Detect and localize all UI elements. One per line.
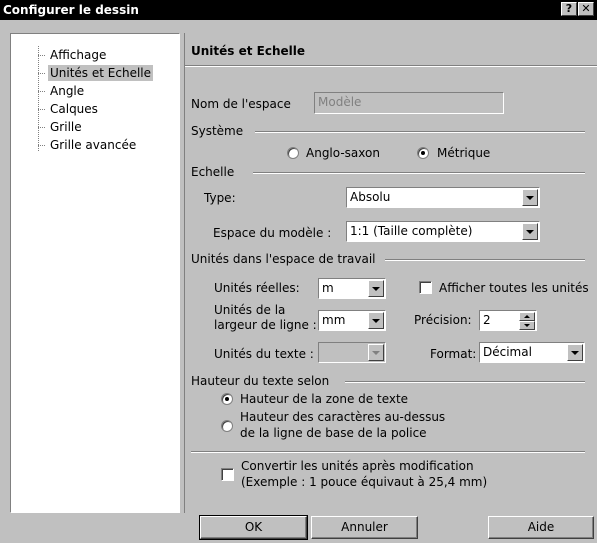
show-all-units-label[interactable]: Afficher toutes les unités [439, 281, 589, 295]
tree-branch [38, 127, 45, 128]
tree-item-grille[interactable]: Grille [38, 119, 82, 135]
tree-branch [38, 109, 45, 110]
tree-item-angle[interactable]: Angle [38, 83, 84, 99]
workspace-units-divider [385, 259, 585, 261]
precision-spinner[interactable]: 2 [479, 310, 537, 331]
spin-up-icon[interactable] [519, 312, 535, 321]
line-width-label-line1: Unités de la [214, 303, 286, 317]
format-label: Format: [430, 347, 477, 361]
line-width-units-select[interactable]: mm [318, 310, 386, 331]
help-button[interactable]: Aide [488, 516, 594, 539]
model-space-label: Espace du modèle : [213, 226, 332, 240]
window-title: Configurer le dessin [3, 3, 139, 17]
tree-item-grille-avancee[interactable]: Grille avancée [38, 137, 136, 153]
model-space-select[interactable]: 1:1 (Taille complète) [346, 221, 540, 242]
tree-item-affichage[interactable]: Affichage [38, 47, 106, 63]
space-name-label: Nom de l'espace [191, 97, 291, 111]
convert-units-checkbox[interactable] [221, 468, 234, 481]
scale-type-value: Absolu [350, 190, 391, 204]
chevron-down-icon[interactable] [522, 189, 538, 206]
chevron-down-icon[interactable] [368, 280, 384, 297]
category-tree: Affichage Unités et Echelle Angle Calque… [10, 33, 180, 513]
tree-branch [38, 91, 45, 92]
precision-label: Précision: [414, 313, 472, 327]
char-height-label-line2[interactable]: de la ligne de base de la police [240, 426, 427, 440]
tree-item-unites-echelle[interactable]: Unités et Echelle [38, 65, 153, 81]
tree-item-label: Angle [50, 84, 85, 98]
workspace-units-section-label: Unités dans l'espace de travail [191, 252, 376, 266]
convert-units-label-line2[interactable]: (Exemple : 1 pouce équivaut à 25,4 mm) [241, 475, 487, 489]
tree-branch [38, 55, 45, 56]
text-zone-height-radio[interactable] [221, 393, 233, 405]
ok-button[interactable]: OK [199, 515, 308, 540]
line-width-units-value: mm [322, 313, 346, 327]
text-height-divider [345, 381, 585, 383]
chevron-down-icon[interactable] [522, 223, 538, 240]
spin-down-icon[interactable] [519, 321, 535, 330]
chevron-down-icon[interactable] [368, 312, 384, 329]
real-units-select[interactable]: m [318, 278, 386, 299]
text-height-section-label: Hauteur du texte selon [191, 374, 330, 388]
tree-item-label: Grille [50, 120, 82, 134]
char-height-label-line1[interactable]: Hauteur des caractères au-dessus [240, 410, 445, 424]
convert-units-label-line1[interactable]: Convertir les unités après modification [241, 459, 474, 473]
anglo-saxon-label[interactable]: Anglo-saxon [306, 146, 380, 160]
title-divider [185, 65, 597, 67]
show-all-units-checkbox[interactable] [419, 281, 432, 294]
tree-item-label: Affichage [50, 48, 107, 62]
tree-branch [38, 73, 45, 74]
scale-divider [253, 172, 585, 174]
scale-type-label: Type: [204, 191, 236, 205]
anglo-saxon-radio[interactable] [287, 147, 299, 159]
help-title-button[interactable]: ? [561, 2, 577, 16]
space-name-field: Modèle [314, 92, 504, 114]
line-width-label-line2: largeur de ligne : [214, 318, 317, 332]
text-units-label: Unités du texte : [214, 347, 314, 361]
metric-label[interactable]: Métrique [437, 146, 490, 160]
chevron-down-icon [368, 344, 384, 361]
tree-item-label: Unités et Echelle [48, 65, 153, 81]
text-units-select [318, 342, 386, 363]
format-value: Décimal [483, 345, 532, 359]
format-select[interactable]: Décimal [479, 342, 585, 363]
system-section-label: Système [191, 124, 244, 138]
text-zone-height-label[interactable]: Hauteur de la zone de texte [240, 392, 408, 406]
tree-item-calques[interactable]: Calques [38, 101, 98, 117]
real-units-value: m [322, 281, 334, 295]
precision-value: 2 [483, 313, 491, 327]
chevron-down-icon[interactable] [567, 344, 583, 361]
char-height-radio[interactable] [221, 420, 233, 432]
tree-item-label: Calques [50, 102, 98, 116]
close-title-button[interactable]: ✕ [578, 2, 594, 16]
tree-branch [38, 145, 45, 146]
cancel-button[interactable]: Annuler [311, 516, 418, 539]
metric-radio[interactable] [417, 147, 429, 159]
tree-item-label: Grille avancée [50, 138, 137, 152]
scale-section-label: Echelle [191, 165, 235, 179]
panel-title: Unités et Echelle [191, 44, 306, 58]
model-space-value: 1:1 (Taille complète) [350, 224, 473, 238]
scale-type-select[interactable]: Absolu [346, 187, 540, 208]
title-bar: Configurer le dessin ? ✕ [0, 0, 597, 20]
settings-panel: Unités et Echelle Nom de l'espace Modèle… [184, 33, 597, 513]
convert-divider [191, 451, 585, 453]
real-units-label: Unités réelles: [214, 281, 300, 295]
system-divider [255, 131, 585, 133]
